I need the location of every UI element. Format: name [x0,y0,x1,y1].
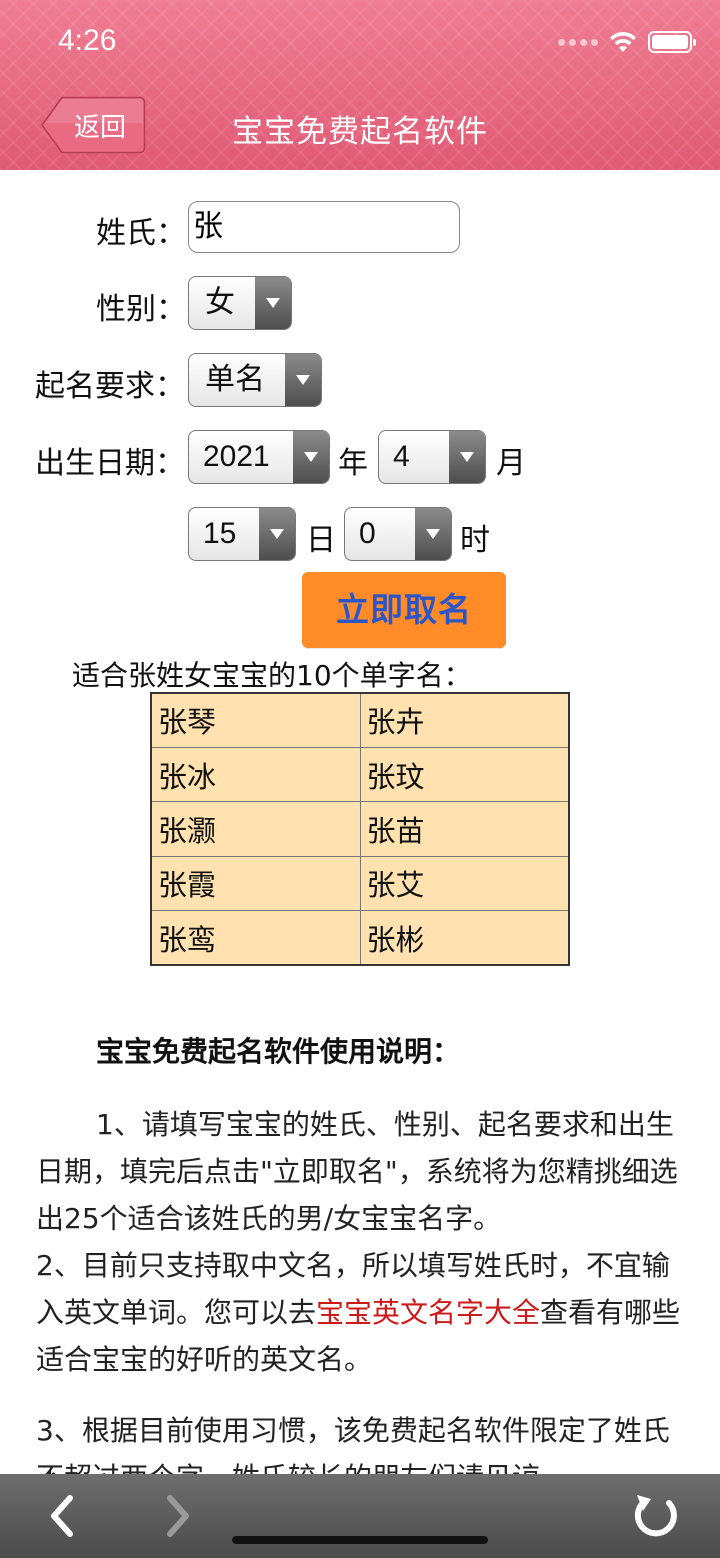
gender-select-value: 女 [205,285,235,320]
year-unit: 年 [338,446,368,481]
gender-select[interactable]: 女 [188,276,292,330]
app-screen: 4:26 返回 宝宝免费起名软件 姓氏： 张 性别： 女 起名要求： 单名 出生… [0,0,720,1558]
chevron-left-icon[interactable] [34,1488,90,1544]
day-unit: 日 [306,523,336,558]
day-select-value: 15 [203,517,237,550]
header-bar: 4:26 返回 宝宝免费起名软件 [0,0,720,170]
hour-select[interactable]: 0 [344,507,452,561]
year-select[interactable]: 2021 [188,430,330,484]
hour-unit: 时 [460,523,490,558]
gender-label: 性别： [96,292,186,327]
names-table: 张琴 张卉 张冰 张玟 张灏 张苗 张霞 张艾 张鸾 张彬 [150,692,570,966]
name-cell: 张苗 [359,801,570,857]
month-select[interactable]: 4 [378,430,486,484]
name-cell: 张冰 [150,746,361,803]
instructions-step-1: 1、请填写宝宝的姓氏、性别、起名要求和出生日期，填完后点击"立即取名"，系统将为… [36,1108,678,1235]
name-cell: 张彬 [359,910,570,966]
name-cell: 张卉 [359,692,570,748]
month-select-value: 4 [393,440,410,473]
naming-requirement-label: 起名要求： [35,369,185,404]
chevron-down-icon [449,431,485,483]
table-row: 张琴 张卉 [150,692,570,748]
english-names-link[interactable]: 宝宝英文名字大全 [316,1296,540,1329]
results-title: 适合张姓女宝宝的10个单字名： [72,659,472,692]
chevron-down-icon [293,431,329,483]
chevron-right-icon[interactable] [150,1488,206,1544]
chevron-down-icon [259,508,295,560]
name-cell: 张鸾 [150,910,361,966]
instructions-paragraph-2: 2、目前只支持取中文名，所以填写姓氏时，不宜输入英文单词。您可以去宝宝英文名字大… [36,1242,686,1383]
name-cell: 张玟 [359,746,570,803]
surname-input[interactable]: 张 [188,201,460,253]
home-indicator [232,1536,488,1544]
chevron-down-icon [255,277,291,329]
page-title: 宝宝免费起名软件 [232,114,488,150]
name-cell: 张琴 [150,692,361,748]
table-row: 张冰 张玟 [150,746,570,803]
signal-icon [558,38,598,46]
status-icons [558,30,696,54]
naming-requirement-value: 单名 [205,362,265,397]
wifi-icon [610,31,636,52]
table-row: 张鸾 张彬 [150,910,570,966]
name-cell: 张霞 [150,855,361,912]
birth-date-label: 出生日期： [35,446,185,481]
table-row: 张灏 张苗 [150,801,570,857]
reload-icon[interactable] [628,1488,684,1544]
browser-toolbar [0,1474,720,1558]
chevron-down-icon [415,508,451,560]
name-cell: 张灏 [150,801,361,857]
surname-label: 姓氏： [96,216,186,251]
generate-names-button[interactable]: 立即取名 [302,572,506,648]
chevron-down-icon [285,354,321,406]
status-time: 4:26 [58,24,117,57]
year-select-value: 2021 [203,440,270,473]
naming-requirement-select[interactable]: 单名 [188,353,322,407]
table-row: 张霞 张艾 [150,855,570,912]
instructions-title: 宝宝免费起名软件使用说明： [96,1035,461,1068]
day-select[interactable]: 15 [188,507,296,561]
battery-icon [648,31,696,53]
month-unit: 月 [496,446,526,481]
name-cell: 张艾 [359,855,570,912]
instructions-paragraph-1: 1、请填写宝宝的姓氏、性别、起名要求和出生日期，填完后点击"立即取名"，系统将为… [36,1101,686,1242]
hour-select-value: 0 [359,517,376,550]
